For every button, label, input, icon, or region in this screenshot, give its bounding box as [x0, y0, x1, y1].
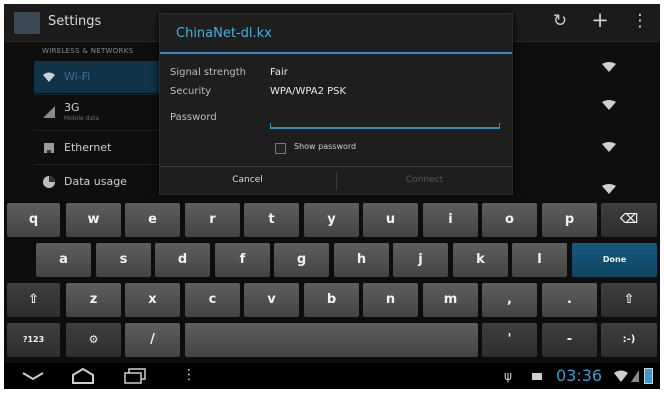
network-signal-icon	[602, 184, 616, 194]
key-d[interactable]: d	[155, 243, 210, 277]
home-icon[interactable]	[70, 368, 96, 384]
tablet-screen: Settings ↻ + ⋮ WIRELESS & NETWORKS Wi-Fi…	[4, 4, 660, 389]
key-b[interactable]: b	[304, 283, 359, 317]
wifi-icon	[43, 72, 55, 82]
notification-icon	[532, 373, 542, 380]
key-s[interactable]: s	[96, 243, 151, 277]
password-underline	[270, 123, 500, 129]
key-period[interactable]: .	[542, 283, 597, 317]
wifi-status-icon	[614, 370, 628, 382]
key-o[interactable]: o	[482, 203, 537, 237]
signal-icon	[43, 106, 55, 118]
show-password-checkbox[interactable]	[275, 143, 286, 154]
signal-status-icon	[631, 370, 639, 382]
sidebar-item-label: Ethernet	[64, 141, 112, 154]
status-clock: 03:36	[556, 366, 603, 385]
key-v[interactable]: v	[244, 283, 299, 317]
sidebar-item-data-usage[interactable]: Data usage	[34, 166, 162, 198]
overflow-menu-icon[interactable]: ⋮	[628, 11, 652, 31]
security-label: Security	[170, 86, 212, 97]
back-icon[interactable]	[22, 371, 44, 381]
key-t[interactable]: t	[244, 203, 299, 237]
key-u[interactable]: u	[363, 203, 418, 237]
divider	[34, 130, 162, 131]
symbols-key[interactable]: ?123	[7, 323, 60, 357]
key-apostrophe[interactable]: '	[482, 323, 537, 357]
signal-strength-value: Fair	[270, 67, 288, 78]
key-a[interactable]: a	[36, 243, 91, 277]
password-label: Password	[170, 112, 217, 123]
divider	[34, 164, 162, 165]
key-q[interactable]: q	[7, 203, 60, 237]
sidebar-item-label: 3G	[64, 101, 80, 114]
connect-button[interactable]: Connect	[337, 167, 512, 195]
title-divider	[160, 52, 512, 54]
battery-icon	[644, 368, 653, 384]
key-h[interactable]: h	[334, 243, 389, 277]
menu-icon[interactable]: ⋮	[182, 367, 196, 383]
key-slash[interactable]: /	[125, 323, 180, 357]
dialog-button-bar: Cancel Connect	[160, 166, 512, 195]
usb-icon: ψ	[504, 369, 512, 383]
divider	[34, 94, 162, 95]
ethernet-icon	[44, 143, 54, 153]
sidebar-item-3g[interactable]: 3G Mobile data	[34, 96, 162, 128]
sidebar-item-label: Data usage	[64, 175, 127, 188]
done-key[interactable]: Done	[572, 243, 657, 277]
key-j[interactable]: j	[393, 243, 448, 277]
wifi-scan-icon[interactable]: ↻	[548, 11, 572, 31]
show-password-label[interactable]: Show password	[294, 142, 356, 151]
system-nav-bar: ⋮ ψ 03:36	[4, 363, 660, 389]
key-i[interactable]: i	[423, 203, 478, 237]
key-e[interactable]: e	[125, 203, 180, 237]
key-comma[interactable]: ,	[482, 283, 537, 317]
sidebar-item-wifi[interactable]: Wi-Fi	[34, 61, 162, 93]
data-usage-icon	[43, 176, 55, 188]
sidebar-item-label: Wi-Fi	[64, 70, 91, 83]
key-y[interactable]: y	[304, 203, 359, 237]
shift-key-left[interactable]: ⇧	[7, 283, 60, 317]
wifi-connect-dialog: ChinaNet-dl.kx Signal strength Fair Secu…	[159, 13, 513, 195]
key-r[interactable]: r	[185, 203, 240, 237]
backspace-key[interactable]: ⌫	[601, 203, 657, 237]
security-value: WPA/WPA2 PSK	[270, 86, 347, 97]
key-n[interactable]: n	[363, 283, 418, 317]
network-signal-icon	[602, 142, 616, 152]
key-w[interactable]: w	[66, 203, 121, 237]
keyboard-settings-key[interactable]: ⚙	[66, 323, 121, 357]
smiley-key[interactable]: :-)	[601, 323, 657, 357]
network-signal-icon	[602, 62, 616, 72]
sidebar-item-ethernet[interactable]: Ethernet	[34, 132, 162, 164]
network-signal-icon	[602, 100, 616, 110]
key-l[interactable]: l	[512, 243, 567, 277]
page-title: Settings	[48, 14, 102, 29]
space-bar[interactable]	[185, 323, 478, 357]
settings-app-icon[interactable]	[14, 12, 40, 34]
key-c[interactable]: c	[185, 283, 240, 317]
key-g[interactable]: g	[274, 243, 329, 277]
section-label: WIRELESS & NETWORKS	[42, 47, 134, 55]
add-network-icon[interactable]: +	[588, 8, 612, 32]
key-p[interactable]: p	[542, 203, 597, 237]
dialog-title: ChinaNet-dl.kx	[176, 26, 272, 41]
key-m[interactable]: m	[423, 283, 478, 317]
soft-keyboard: q w e r t y u i o p ⌫ a s d f g h j k l …	[4, 198, 660, 363]
signal-strength-label: Signal strength	[170, 67, 247, 78]
key-k[interactable]: k	[453, 243, 508, 277]
shift-key-right[interactable]: ⇧	[601, 283, 657, 317]
key-f[interactable]: f	[215, 243, 270, 277]
recent-apps-icon[interactable]	[124, 368, 146, 384]
cancel-button[interactable]: Cancel	[160, 167, 335, 195]
key-z[interactable]: z	[66, 283, 121, 317]
sidebar-item-sublabel: Mobile data	[64, 115, 100, 122]
key-dash[interactable]: -	[542, 323, 597, 357]
password-field[interactable]	[272, 110, 502, 128]
key-x[interactable]: x	[125, 283, 180, 317]
